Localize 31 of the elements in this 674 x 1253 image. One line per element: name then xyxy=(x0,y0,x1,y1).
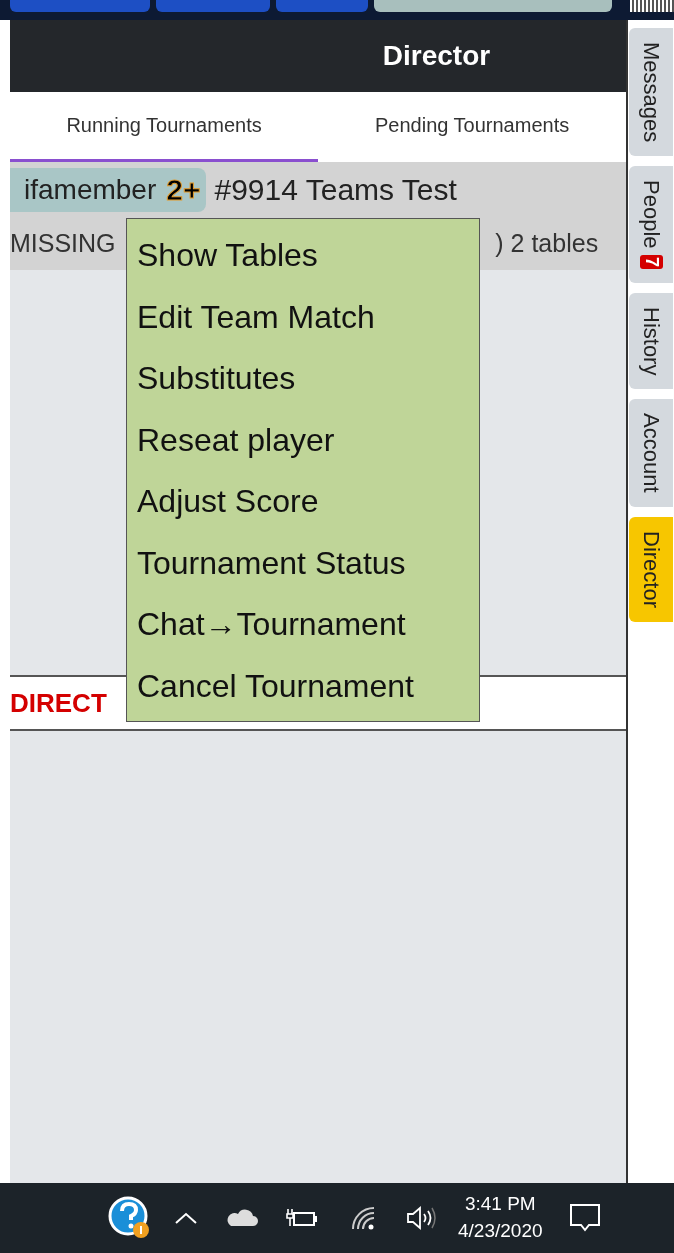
chevron-up-icon[interactable] xyxy=(174,1211,198,1225)
side-tab[interactable]: Messages xyxy=(629,28,674,157)
status-text: MISSING xyxy=(10,228,116,258)
menu-item[interactable]: Chat→Tournament xyxy=(127,594,479,656)
side-tab[interactable]: People 7 xyxy=(629,166,674,283)
tables-count: ) 2 tables xyxy=(495,228,599,258)
username: ifamember xyxy=(24,174,157,206)
menu-item[interactable]: Cancel Tournament xyxy=(127,655,479,717)
user-chip[interactable]: ifamember 2+ xyxy=(10,168,207,212)
clock-date[interactable]: 4/23/2020 xyxy=(458,1218,543,1245)
volume-icon[interactable] xyxy=(406,1205,436,1231)
side-tab[interactable]: Account xyxy=(629,399,674,507)
menu-item[interactable]: Reseat player xyxy=(127,409,479,471)
help-icon[interactable] xyxy=(108,1196,152,1240)
striped-handle xyxy=(630,0,674,12)
director-calls-heading: DIRECT xyxy=(10,687,107,719)
panel-title: Director xyxy=(382,40,491,72)
side-tab[interactable]: Director xyxy=(629,516,674,622)
wifi-icon[interactable] xyxy=(350,1205,376,1231)
count-badge: 7 xyxy=(639,254,663,269)
menu-item[interactable]: Substitutes xyxy=(127,348,479,410)
battery-icon[interactable] xyxy=(286,1207,318,1229)
menu-item[interactable]: Tournament Status xyxy=(127,532,479,594)
menu-item[interactable]: Adjust Score xyxy=(127,471,479,533)
cloud-icon[interactable] xyxy=(226,1208,258,1228)
notification-icon[interactable] xyxy=(568,1203,601,1233)
menu-item[interactable]: Edit Team Match xyxy=(127,286,479,348)
clock-time[interactable]: 3:41 PM xyxy=(464,1191,536,1218)
side-tab[interactable]: History xyxy=(629,292,674,390)
level-label: 2+ xyxy=(166,173,201,207)
tournament-title: #9914 Teams Test xyxy=(214,173,457,207)
